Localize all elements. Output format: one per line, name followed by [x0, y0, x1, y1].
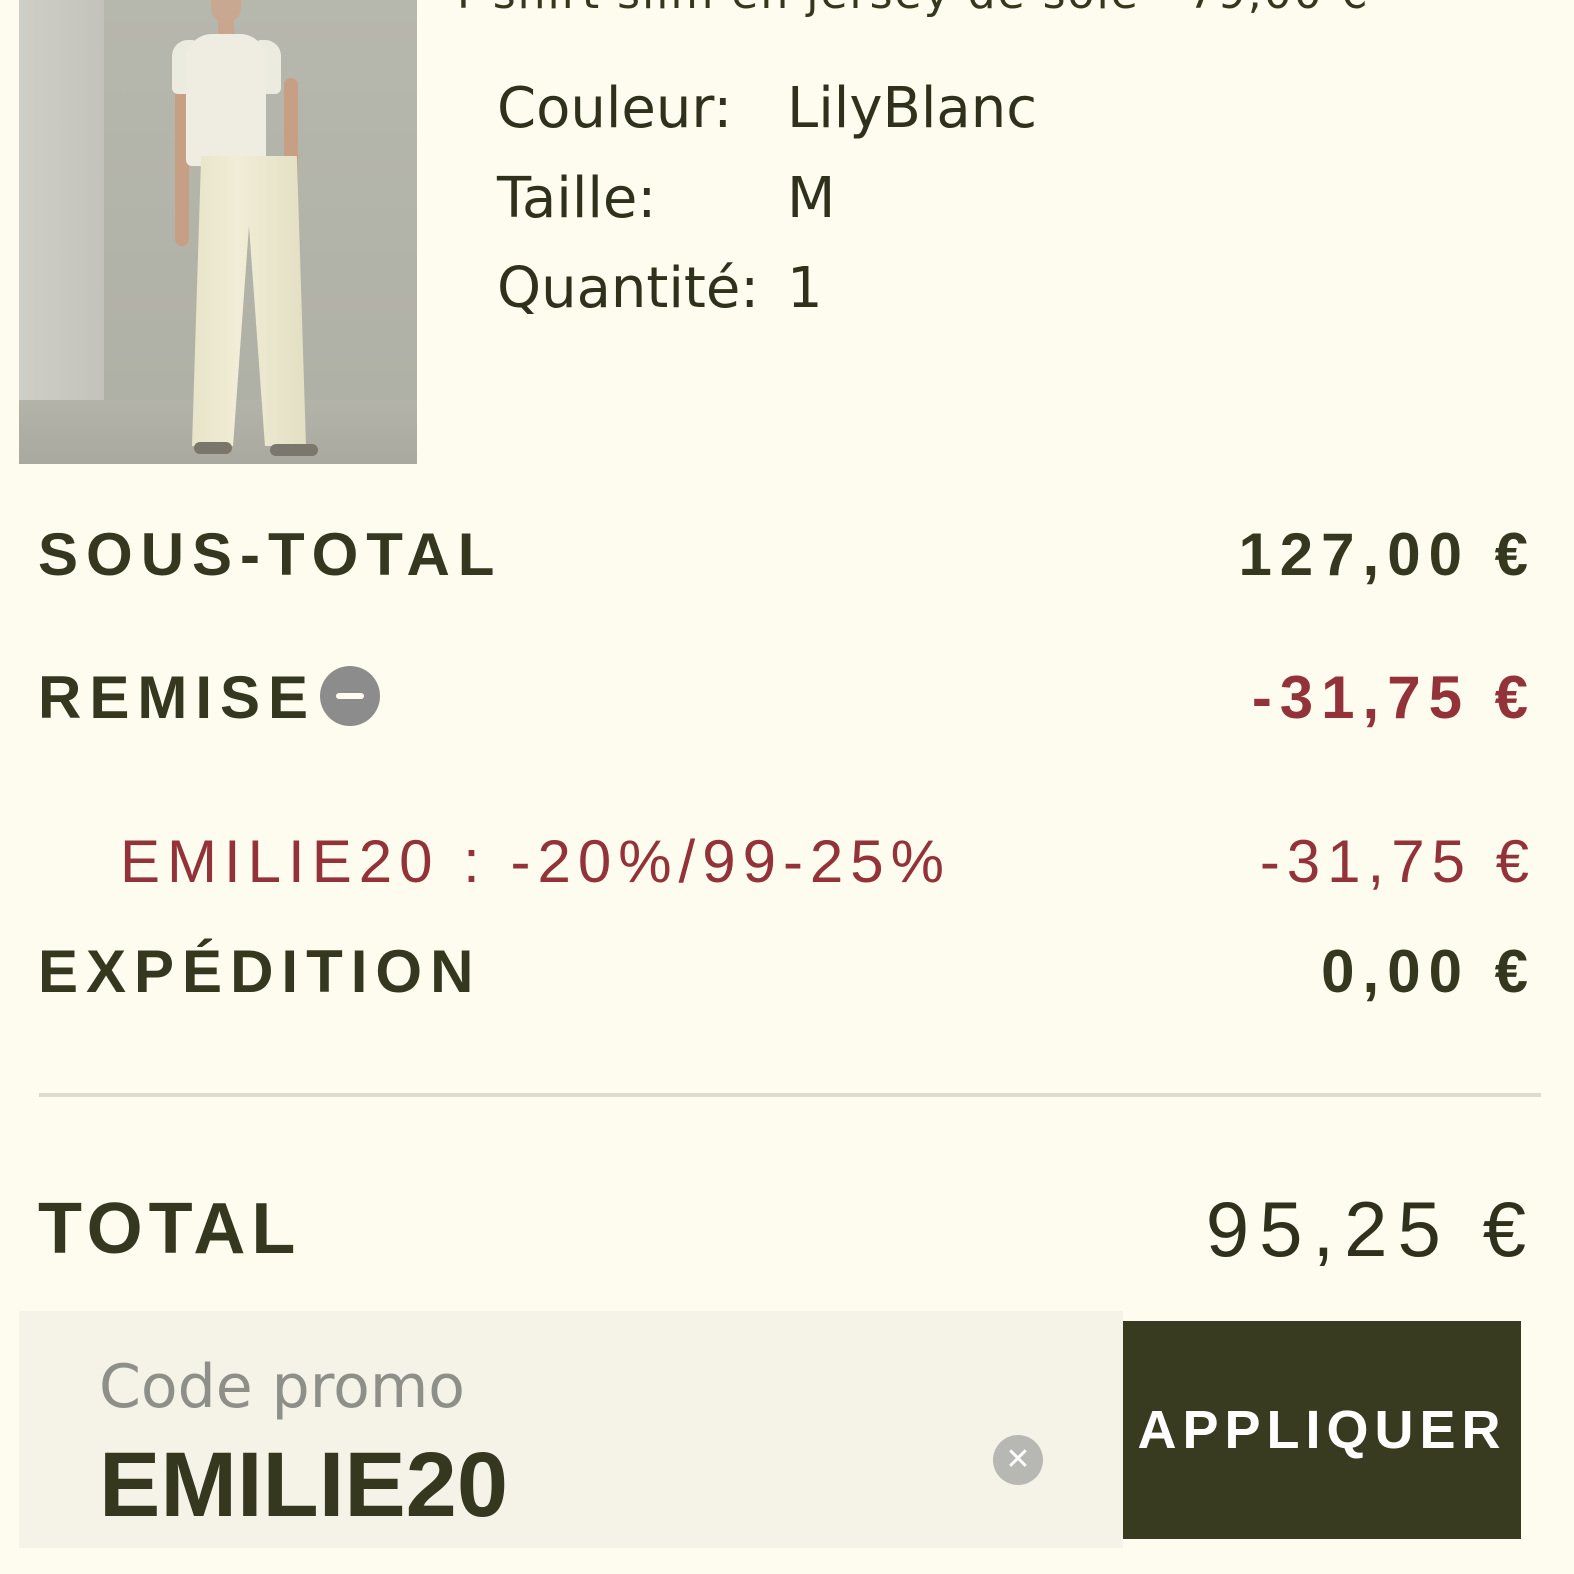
shoe	[194, 442, 232, 454]
summary-divider	[39, 1093, 1541, 1097]
total-label: TOTAL	[38, 1189, 302, 1269]
coupon-detail-label: EMILIE20 : -20%/99-25%	[120, 828, 952, 895]
total-value: 95,25 €	[1205, 1185, 1536, 1273]
subtotal-value: 127,00 €	[1238, 521, 1536, 588]
attribute-label: Couleur:	[497, 76, 733, 141]
discount-label: REMISE	[38, 664, 317, 731]
subtotal-label: SOUS-TOTAL	[38, 521, 503, 588]
shipping-value: 0,00 €	[1321, 938, 1536, 1005]
promo-code-label: Code promo	[99, 1352, 465, 1422]
discount-value: -31,75 €	[1251, 664, 1536, 731]
attribute-value: LilyBlanc	[787, 76, 1038, 141]
shipping-label: EXPÉDITION	[38, 938, 482, 1005]
attribute-label: Quantité:	[497, 256, 760, 321]
promo-code-input[interactable]	[99, 1435, 959, 1535]
attribute-value: M	[787, 166, 836, 231]
attribute-label: Taille:	[497, 166, 657, 231]
shoe	[270, 444, 318, 456]
collapse-discount-icon[interactable]	[320, 666, 380, 726]
promo-code-field[interactable]: Code promo ✕	[19, 1311, 1123, 1548]
clear-promo-button[interactable]: ✕	[993, 1435, 1043, 1485]
coupon-detail-value: -31,75 €	[1259, 828, 1536, 895]
apply-promo-button[interactable]: APPLIQUER	[1123, 1321, 1521, 1539]
product-title[interactable]: T-shirt slim en jersey de soie · 79,00 €	[450, 0, 1560, 26]
product-image[interactable]	[19, 0, 417, 464]
tshirt	[186, 34, 266, 166]
attribute-value: 1	[787, 256, 823, 321]
close-icon: ✕	[1005, 1443, 1031, 1476]
